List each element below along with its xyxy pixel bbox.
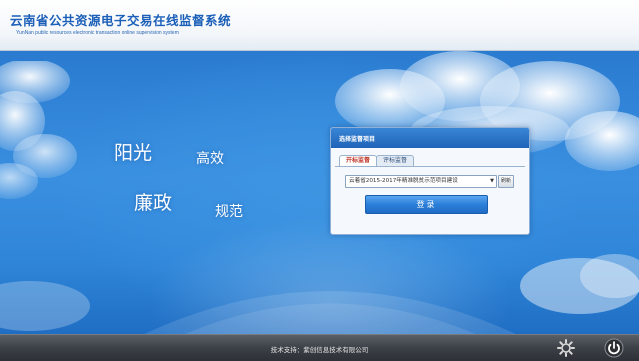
login-button[interactable]: 登录 — [365, 195, 488, 214]
background-sky: 阳光 高效 廉政 规范 — [0, 51, 639, 334]
login-panel: 选择监督项目 开标监督 评标监督 云着省2015-2017年精准脱贫示范项目建设… — [330, 127, 530, 235]
project-select-value: 云着省2015-2017年精准脱贫示范项目建设 — [349, 178, 458, 184]
power-icon[interactable] — [604, 338, 624, 358]
system-subtitle: YunNan public resources electronic trans… — [16, 30, 179, 36]
refresh-button[interactable]: 刷新 — [498, 175, 514, 188]
settings-icon[interactable] — [556, 338, 576, 358]
header-bar: 云南省公共资源电子交易在线监督系统 YunNan public resource… — [0, 0, 639, 51]
cloud-bottom-left — [0, 281, 90, 331]
footer-bar: 技术支持：紫创信息技术有限公司 — [0, 334, 639, 361]
slogan-integrity: 廉政 — [134, 192, 173, 214]
system-title: 云南省公共资源电子交易在线监督系统 — [10, 13, 232, 28]
cloud-left — [0, 61, 77, 199]
tab-bid-opening[interactable]: 开标监督 — [339, 155, 378, 166]
horizon-glow — [144, 291, 516, 334]
slogan-efficiency: 高效 — [196, 151, 224, 167]
login-panel-title: 选择监督项目 — [339, 136, 376, 143]
cloud-bottom-right — [520, 254, 639, 314]
tab-bid-evaluation[interactable]: 评标监督 — [376, 155, 415, 166]
tab-divider — [335, 166, 525, 167]
slogan-standard: 规范 — [215, 204, 243, 220]
chevron-down-icon: ▼ — [490, 178, 494, 184]
slogan-sunshine: 阳光 — [114, 142, 153, 164]
tech-support-text: 技术支持：紫创信息技术有限公司 — [270, 346, 369, 354]
project-select[interactable]: 云着省2015-2017年精准脱贫示范项目建设 ▼ — [345, 175, 497, 188]
